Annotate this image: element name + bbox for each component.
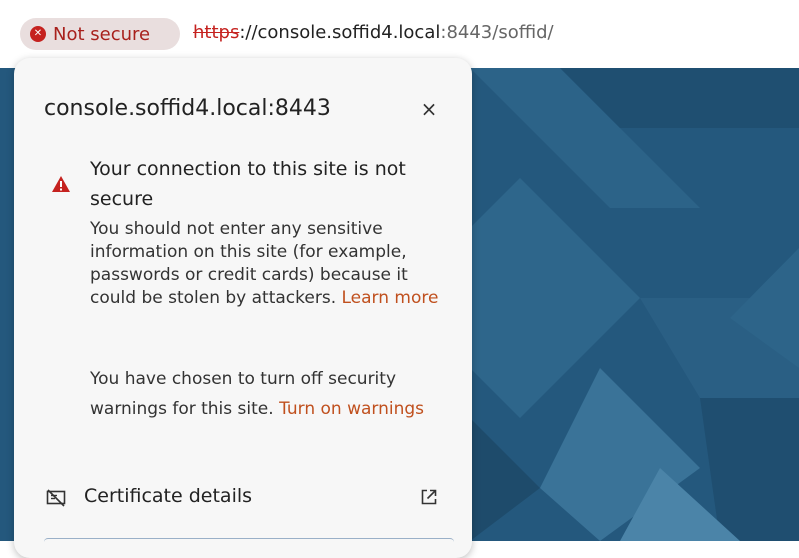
close-icon[interactable]: × <box>414 94 444 124</box>
url-port: :8443 <box>440 22 493 43</box>
not-secure-label: Not secure <box>53 23 151 45</box>
certificate-details-row[interactable]: Certificate details <box>14 478 472 522</box>
turn-on-warnings-link[interactable]: Turn on warnings <box>279 399 424 419</box>
warning-triangle-icon <box>52 176 70 192</box>
warning-body: You should not enter any sensitive infor… <box>90 218 440 310</box>
close-label: × <box>420 97 438 121</box>
url-path: /soffid/ <box>492 22 554 43</box>
popup-title: console.soffid4.local:8443 <box>44 96 331 121</box>
warning-heading: Your connection to this site is not secu… <box>90 158 406 210</box>
site-info-popup: console.soffid4.local:8443 × Your connec… <box>14 58 472 558</box>
external-link-icon <box>421 489 437 505</box>
security-warnings-note: You have chosen to turn off security war… <box>90 364 450 424</box>
learn-more-link[interactable]: Learn more <box>342 288 439 308</box>
certificate-details-label: Certificate details <box>84 485 253 507</box>
not-secure-chip[interactable]: ✕ Not secure <box>20 18 180 50</box>
url-field[interactable]: https://console.soffid4.local:8443/soffi… <box>193 22 554 43</box>
url-scheme: https <box>193 22 240 43</box>
error-circle-icon: ✕ <box>30 26 46 42</box>
url-host: ://console.soffid4.local <box>239 22 441 43</box>
certificate-icon <box>46 489 66 507</box>
next-row-edge <box>44 538 454 547</box>
